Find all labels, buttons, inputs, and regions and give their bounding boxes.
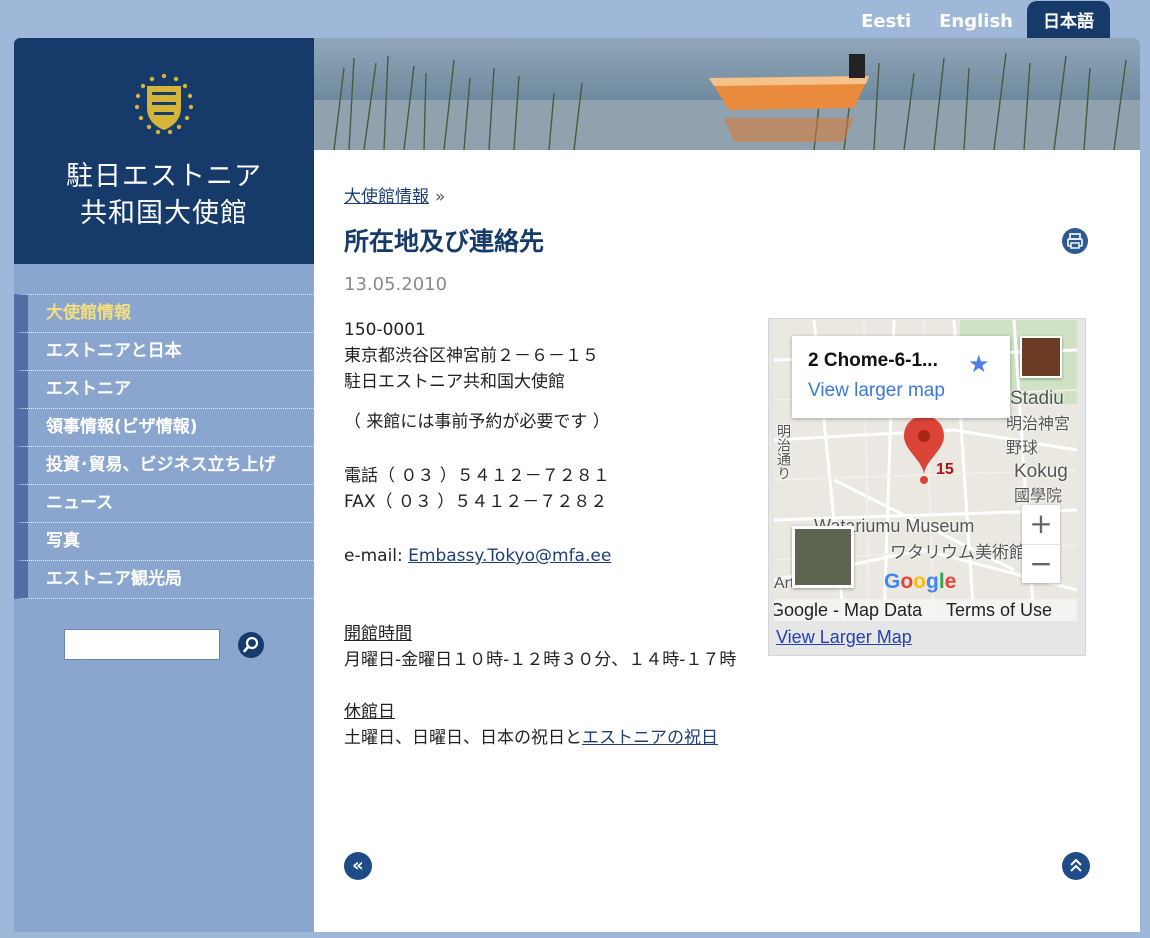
- view-larger-map-bottom-link[interactable]: View Larger Map: [776, 627, 912, 648]
- lang-japanese[interactable]: 日本語: [1027, 1, 1110, 38]
- back-to-top-button[interactable]: [1062, 852, 1090, 880]
- map-label-stadium-jp: 明治神宮野球: [1006, 416, 1071, 457]
- double-chevron-up-icon: [1070, 858, 1082, 872]
- language-switcher: Eesti English 日本語: [847, 0, 1110, 38]
- coat-of-arms-icon: [134, 73, 194, 135]
- zoom-control: + −: [1022, 505, 1060, 583]
- double-chevron-left-icon: «: [352, 855, 364, 876]
- google-logo-letter: o: [900, 570, 914, 593]
- breadcrumb-separator: »: [435, 187, 446, 207]
- main-content: 大使館情報 » 所在地及び連絡先 13.05.2010 150-0001 東京都渋…: [314, 150, 1140, 932]
- email-label: e-mail:: [344, 546, 409, 566]
- sidebar-item-tourism[interactable]: エストニア観光局: [14, 560, 314, 599]
- google-logo-letter: o: [913, 570, 926, 593]
- embassy-name: 駐日エストニア共和国大使館: [344, 372, 565, 392]
- map-widget: Stadiu 明治神宮野球 Kokug 國學院 Watariumu Museum…: [768, 318, 1086, 656]
- appointment-note: （ 来館には事前予約が必要です ）: [344, 412, 610, 432]
- info-card-title: 2 Chome-6-1...: [808, 350, 938, 371]
- satellite-toggle[interactable]: [792, 526, 854, 588]
- closed-row: 土曜日、日曜日、日本の祝日とエストニアの祝日: [344, 725, 764, 751]
- map-info-card: 2 Chome-6-1... ★ View larger map: [792, 336, 1010, 418]
- sidebar-nav: 大使館情報 エストニアと日本 エストニア 領事情報(ビザ情報) 投資･貿易、ビジ…: [14, 294, 314, 599]
- sidebar-item-business[interactable]: 投資･貿易、ビジネス立ち上げ: [14, 446, 314, 484]
- page-title: 所在地及び連絡先: [344, 227, 545, 256]
- star-icon[interactable]: ★: [968, 350, 990, 378]
- postal-code: 150-0001: [344, 320, 426, 340]
- address: 東京都渋谷区神宮前２－６－１５: [344, 346, 599, 366]
- map-label-kokug-jp: 國學院: [1014, 488, 1063, 505]
- printer-icon: [1067, 233, 1083, 249]
- map-label-kokug: Kokug: [1014, 461, 1068, 482]
- map-label-street: 明治通り: [776, 424, 792, 480]
- sidebar: 駐日エストニア 共和国大使館 大使館情報 エストニアと日本 エストニア 領事情報…: [14, 38, 314, 932]
- contact-info: 150-0001 東京都渋谷区神宮前２－６－１５ 駐日エストニア共和国大使館 （…: [344, 317, 764, 751]
- terms-of-use-link[interactable]: Terms of Use: [946, 599, 1052, 621]
- hours-heading: 開館時間: [344, 624, 412, 644]
- brand-title: 駐日エストニア 共和国大使館: [14, 158, 314, 232]
- breadcrumb: 大使館情報 »: [344, 182, 445, 207]
- google-logo-letter: g: [926, 570, 939, 593]
- map-label-museum-jp: ワタリウム美術館: [890, 543, 1026, 562]
- previous-page-button[interactable]: «: [344, 852, 372, 880]
- sidebar-item-news[interactable]: ニュース: [14, 484, 314, 522]
- brand-title-line2: 共和国大使館: [80, 198, 248, 229]
- header-photo: [314, 38, 1140, 150]
- brand-title-line1: 駐日エストニア: [66, 161, 262, 192]
- phone: 電話（ ０３ ）５４１２－７２８１: [344, 466, 610, 486]
- estonian-holidays-link[interactable]: エストニアの祝日: [582, 728, 718, 748]
- sidebar-item-estonia[interactable]: エストニア: [14, 370, 314, 408]
- lake-boat-image: [314, 52, 1140, 150]
- map-label-stadium: Stadiu: [1010, 388, 1064, 409]
- print-button[interactable]: [1062, 228, 1088, 254]
- view-larger-map-link[interactable]: View larger map: [808, 380, 945, 402]
- zoom-in-button[interactable]: +: [1022, 505, 1060, 544]
- map-attribution: Google - Map Data Terms of Use: [774, 599, 1077, 621]
- google-logo-letter: G: [884, 570, 901, 593]
- sidebar-item-estonia-and-japan[interactable]: エストニアと日本: [14, 332, 314, 370]
- publish-date: 13.05.2010: [344, 274, 448, 295]
- sidebar-item-photos[interactable]: 写真: [14, 522, 314, 560]
- pin-label: 15: [936, 461, 954, 478]
- lang-estonian[interactable]: Eesti: [847, 11, 925, 38]
- zoom-out-button[interactable]: −: [1022, 544, 1060, 584]
- google-map[interactable]: Stadiu 明治神宮野球 Kokug 國學院 Watariumu Museum…: [774, 320, 1077, 621]
- fax: FAX（ ０３ ）５４１２－７２８２: [344, 492, 608, 512]
- map-data-attribution: Google - Map Data: [774, 600, 923, 620]
- email-link[interactable]: Embassy.Tokyo@mfa.ee: [408, 546, 611, 566]
- hours-text: 月曜日-金曜日１０時-１２時３０分、１４時-１７時: [344, 650, 737, 670]
- breadcrumb-link[interactable]: 大使館情報: [344, 187, 429, 207]
- closed-heading: 休館日: [344, 702, 395, 722]
- lang-english[interactable]: English: [925, 11, 1027, 38]
- search-button[interactable]: [238, 632, 264, 658]
- magnifier-icon: [243, 636, 259, 653]
- google-logo-letter: e: [944, 570, 957, 593]
- closed-text: 土曜日、日曜日、日本の祝日と: [344, 728, 582, 748]
- brand-header[interactable]: 駐日エストニア 共和国大使館: [14, 38, 314, 264]
- google-logo: Google: [884, 570, 956, 594]
- avatar[interactable]: [1020, 336, 1062, 378]
- search-input[interactable]: [64, 629, 220, 660]
- email-row: e-mail: Embassy.Tokyo@mfa.ee: [344, 543, 764, 569]
- page-frame: 駐日エストニア 共和国大使館 大使館情報 エストニアと日本 エストニア 領事情報…: [14, 38, 1140, 932]
- sidebar-item-embassy-info[interactable]: 大使館情報: [14, 294, 314, 332]
- sidebar-item-consular[interactable]: 領事情報(ビザ情報): [14, 408, 314, 446]
